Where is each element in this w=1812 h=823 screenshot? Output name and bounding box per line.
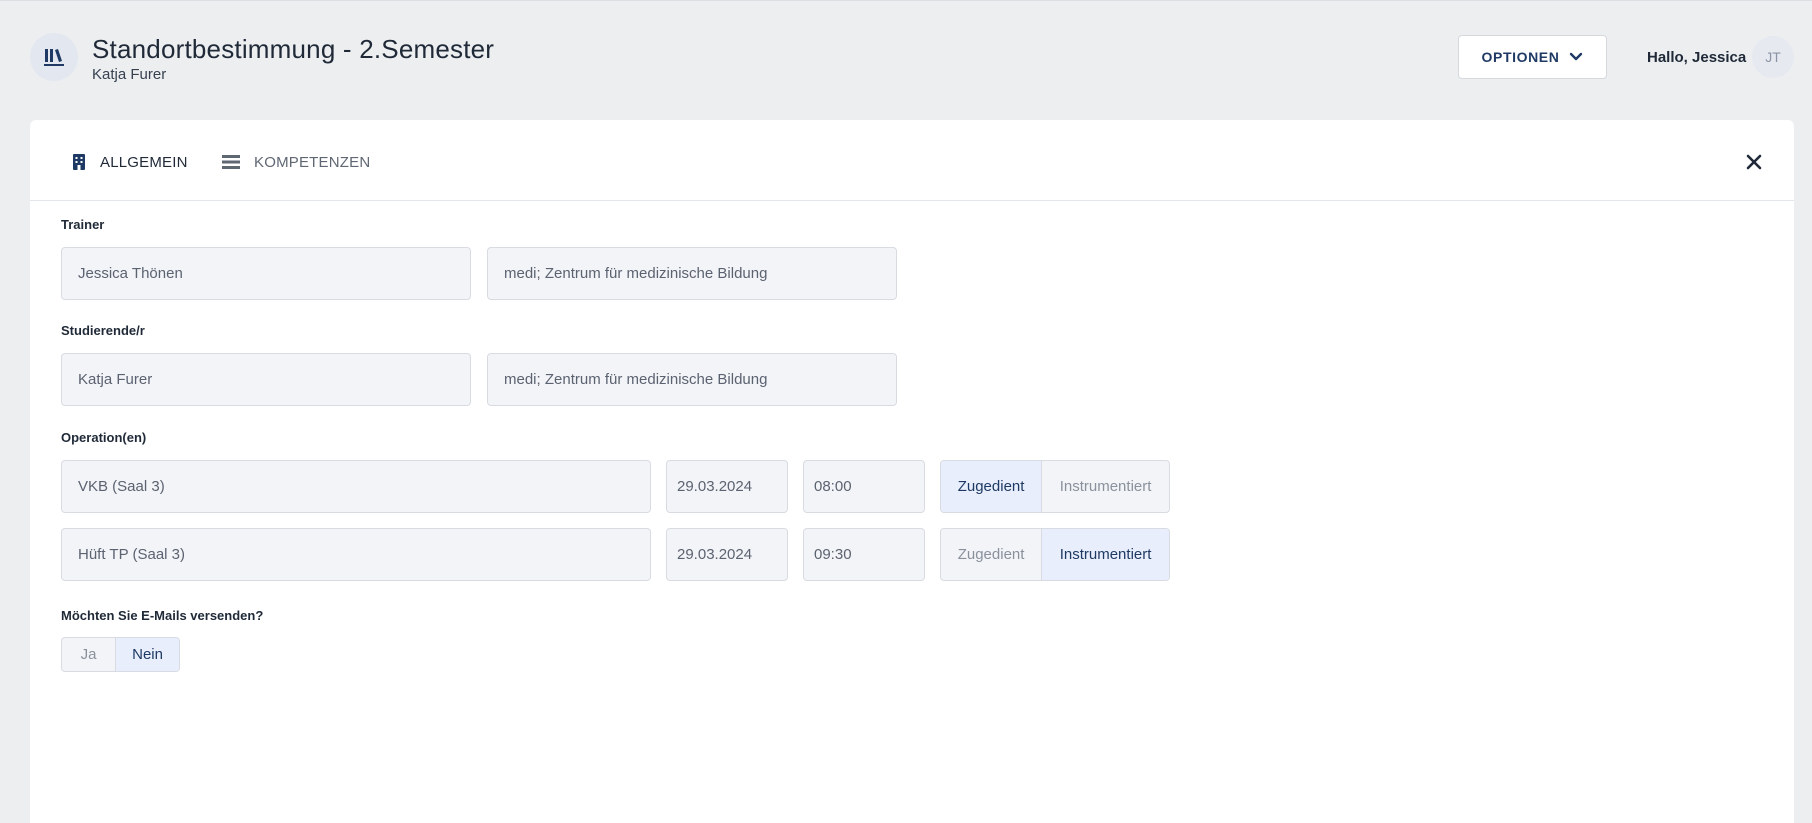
close-icon — [1746, 154, 1762, 170]
main-card: ALLGEMEIN KOMPETENZEN Trainer Jessica Th… — [30, 120, 1794, 823]
student-institution-field[interactable]: medi; Zentrum für medizinische Bildung — [487, 353, 897, 406]
emails-no-option[interactable]: Nein — [115, 638, 179, 671]
avatar[interactable]: JT — [1752, 36, 1794, 78]
trainer-institution-field[interactable]: medi; Zentrum für medizinische Bildung — [487, 247, 897, 300]
emails-yes-option[interactable]: Ja — [62, 638, 115, 671]
instrumentiert-option[interactable]: Instrumentiert — [1041, 461, 1169, 512]
operation-role-toggle: Zugedient Instrumentiert — [940, 460, 1170, 513]
user-greeting: Hallo, Jessica — [1647, 49, 1747, 66]
operation-time-field[interactable]: 08:00 — [803, 460, 925, 513]
emails-toggle: Ja Nein — [61, 637, 180, 672]
options-button[interactable]: OPTIONEN — [1458, 35, 1607, 79]
avatar-initials: JT — [1765, 49, 1781, 65]
operation-name-field[interactable]: Hüft TP (Saal 3) — [61, 528, 651, 581]
operations-label: Operation(en) — [61, 430, 147, 445]
tab-bar: ALLGEMEIN KOMPETENZEN — [30, 120, 1794, 201]
chevron-down-icon — [1570, 52, 1583, 61]
page-subtitle: Katja Furer — [92, 66, 167, 83]
library-logo-icon — [44, 49, 64, 66]
list-icon — [222, 155, 240, 169]
tab-allgemein[interactable]: ALLGEMEIN — [72, 148, 188, 176]
zugedient-option[interactable]: Zugedient — [941, 461, 1042, 512]
building-icon — [73, 154, 85, 170]
operation-time-field[interactable]: 09:30 — [803, 528, 925, 581]
operation-date-field[interactable]: 29.03.2024 — [666, 528, 788, 581]
page-title: Standortbestimmung - 2.Semester — [92, 34, 495, 64]
operation-role-toggle: Zugedient Instrumentiert — [940, 528, 1170, 581]
options-button-label: OPTIONEN — [1481, 49, 1560, 65]
trainer-name-field[interactable]: Jessica Thönen — [61, 247, 471, 300]
operation-date-field[interactable]: 29.03.2024 — [666, 460, 788, 513]
zugedient-option[interactable]: Zugedient — [941, 529, 1041, 580]
operation-name-field[interactable]: VKB (Saal 3) — [61, 460, 651, 513]
student-name-field[interactable]: Katja Furer — [61, 353, 471, 406]
tab-allgemein-label: ALLGEMEIN — [100, 153, 188, 171]
tab-kompetenzen-label: KOMPETENZEN — [254, 153, 371, 171]
tab-kompetenzen[interactable]: KOMPETENZEN — [222, 148, 370, 176]
close-button[interactable] — [1738, 146, 1770, 178]
trainer-label: Trainer — [61, 217, 105, 232]
emails-question-label: Möchten Sie E-Mails versenden? — [61, 608, 264, 623]
page-header: Standortbestimmung - 2.Semester Katja Fu… — [0, 0, 1812, 118]
instrumentiert-option[interactable]: Instrumentiert — [1041, 529, 1169, 580]
student-label: Studierende/r — [61, 323, 145, 338]
app-logo[interactable] — [30, 33, 78, 81]
